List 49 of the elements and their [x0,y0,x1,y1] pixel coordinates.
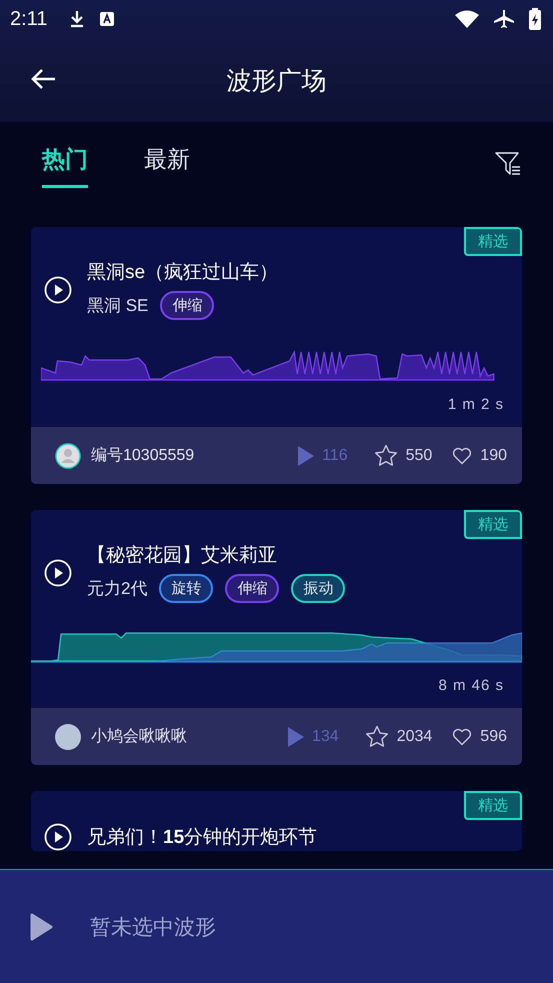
play-icon[interactable] [28,912,54,942]
play-count-icon [288,726,304,746]
waveform-card[interactable]: 精选 黑洞se（疯狂过山车） 黑洞 SE 伸缩 1 m 2 s 编号10305559 116 550 190 [31,227,522,484]
mode-tag: 旋转 [159,574,214,603]
star-icon[interactable] [374,444,398,467]
waveform-title: 兄弟们！15分钟的开炮环节 [87,826,318,850]
play-icon[interactable] [44,276,72,304]
star-count: 550 [406,446,432,464]
like-count: 190 [480,446,507,464]
wifi-icon [455,10,479,28]
play-icon[interactable] [44,558,72,586]
play-count-icon [298,446,314,466]
waveform-card[interactable]: 精选 兄弟们！15分钟的开炮环节 [31,791,522,851]
play-icon[interactable] [44,823,72,851]
waveform-title: 【秘密花园】艾米莉亚 [87,544,278,568]
waveform-title: 黑洞se（疯狂过山车） [87,261,278,285]
player-status-text: 暂未选中波形 [90,914,216,940]
category-tab[interactable]: 热门 [42,138,88,188]
battery-icon [529,8,541,30]
category-tab[interactable]: 最新 [144,138,190,188]
star-icon[interactable] [364,725,389,748]
play-count: 116 [322,446,348,464]
heart-icon[interactable] [452,728,472,746]
mode-tag: 振动 [291,574,346,603]
featured-badge: 精选 [464,510,522,539]
avatar-silhouette-icon [55,442,81,468]
mode-tag: 伸缩 [160,291,214,320]
back-arrow-icon[interactable] [30,68,56,90]
author-name: 编号10305559 [91,446,194,466]
keyboard-notification-icon [99,11,116,27]
play-count: 134 [312,728,339,746]
author-name: 小鸠会啾啾啾 [91,726,187,747]
heart-icon[interactable] [452,446,472,464]
download-icon [69,10,86,28]
featured-badge: 精选 [464,791,522,820]
page-title: 波形广场 [226,66,326,96]
avatar-placeholder [55,724,81,750]
device-name: 元力2代 [87,578,148,600]
duration-label: 8 m 46 s [437,676,505,696]
duration-label: 1 m 2 s [446,395,505,415]
filter-icon[interactable] [495,150,521,176]
mode-tag: 伸缩 [225,574,280,603]
status-time: 2:11 [10,8,48,30]
device-name: 黑洞 SE [87,295,148,317]
star-count: 2034 [396,728,432,746]
featured-badge: 精选 [464,227,522,256]
airplane-icon [493,9,515,29]
like-count: 596 [480,728,507,746]
waveform-card[interactable]: 精选 【秘密花园】艾米莉亚 元力2代 旋转 伸缩 振动 8 m 46 s 小鸠会啾啾啾 134 2034 596 [31,510,522,765]
